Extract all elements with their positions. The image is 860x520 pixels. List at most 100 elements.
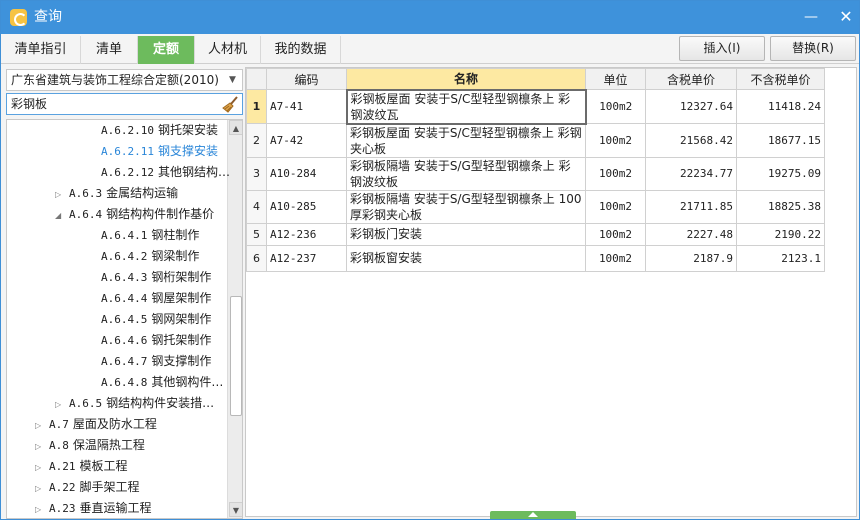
chevron-down-icon[interactable]: ▼	[229, 74, 239, 86]
expand-arrow-icon[interactable]: ◢	[55, 205, 69, 226]
cell-name[interactable]: 彩钢板窗安装	[346, 244, 586, 272]
cell-price-notax[interactable]: 2190.22	[736, 222, 825, 246]
replace-button[interactable]: 替换(R)	[770, 36, 856, 61]
tree-item[interactable]: A.6.2.12 其他钢结构…	[87, 162, 230, 183]
tree-item-code: A.6.2.10	[101, 124, 154, 137]
col-header-unit[interactable]: 单位	[585, 68, 646, 90]
tree-item[interactable]: A.6.4.3 钢桁架制作	[87, 267, 211, 288]
cell-unit[interactable]: 100m2	[585, 222, 646, 246]
expand-arrow-icon[interactable]: ▷	[35, 415, 49, 436]
scroll-up-icon[interactable]: ▲	[229, 120, 242, 135]
cell-price-notax[interactable]: 18825.38	[736, 189, 825, 224]
insert-button[interactable]: 插入(I)	[679, 36, 765, 61]
tree-item[interactable]: A.6.4.5 钢网架制作	[87, 309, 211, 330]
cell-code[interactable]: A7-41	[266, 89, 347, 124]
row-number[interactable]: 5	[246, 222, 267, 246]
search-input[interactable]: 彩钢板	[6, 93, 243, 115]
tree-item[interactable]: ▷ A.6.5 钢结构构件安装措…	[55, 393, 214, 414]
table-row[interactable]: 3 A10-284 彩钢板隔墙 安装于S/G型轻型钢檩条上 彩钢波纹板 100m2 22…	[246, 156, 825, 191]
tree-item[interactable]: A.6.4.6 钢托架制作	[87, 330, 211, 351]
row-number[interactable]: 1	[246, 89, 267, 124]
row-number[interactable]: 2	[246, 123, 267, 158]
tree-item[interactable]: ▷ A.21 模板工程	[35, 456, 128, 477]
cell-price-notax[interactable]: 2123.1	[736, 244, 825, 272]
table-row[interactable]: 6 A12-237 彩钢板窗安装 100m2 2187.9 2123.1	[246, 244, 825, 272]
tree-item[interactable]: A.6.4.4 钢屋架制作	[87, 288, 211, 309]
tree-item[interactable]: ▷ A.23 垂直运输工程	[35, 498, 152, 518]
tree-item[interactable]: A.6.2.11 钢支撑安装	[87, 141, 218, 162]
col-header-price-tax[interactable]: 含税单价	[645, 68, 737, 90]
cell-unit[interactable]: 100m2	[585, 189, 646, 224]
col-header-price-notax[interactable]: 不含税单价	[736, 68, 825, 90]
table-row[interactable]: 1 A7-41 彩钢板屋面 安装于S/C型轻型钢檩条上 彩钢波纹瓦 100m2 1232…	[246, 88, 825, 125]
tab-my-data[interactable]: 我的数据	[261, 36, 341, 64]
cell-code[interactable]: A12-237	[266, 244, 347, 272]
result-table: 编码 名称 单位 含税单价 不含税单价 1 A7-41 彩钢板屋面 安装于S/C型轻…	[246, 68, 825, 272]
cell-price-notax[interactable]: 18677.15	[736, 123, 825, 158]
row-number[interactable]: 6	[246, 244, 267, 272]
library-select[interactable]: 广东省建筑与装饰工程综合定额(2010) ▼	[6, 69, 243, 91]
broom-clear-icon[interactable]	[222, 96, 239, 113]
panel-splitter-handle[interactable]	[490, 511, 576, 519]
minimize-button[interactable]: —	[801, 8, 821, 26]
cell-price-tax[interactable]: 12327.64	[645, 89, 737, 124]
cell-unit[interactable]: 100m2	[585, 244, 646, 272]
cell-code[interactable]: A10-284	[266, 156, 347, 191]
cell-unit[interactable]: 100m2	[585, 123, 646, 158]
scroll-down-icon[interactable]: ▼	[229, 502, 242, 517]
tree-item-label: 钢梁制作	[151, 249, 200, 263]
cell-price-tax[interactable]: 21568.42	[645, 123, 737, 158]
cell-price-tax[interactable]: 22234.77	[645, 156, 737, 191]
expand-arrow-icon[interactable]: ▷	[55, 184, 69, 205]
cell-price-tax[interactable]: 21711.85	[645, 189, 737, 224]
cell-name[interactable]: 彩钢板隔墙 安装于S/G型轻型钢檩条上 100厚彩钢夹心板	[346, 189, 586, 224]
tree-item-label: 其他钢结构…	[157, 165, 230, 179]
tree-item[interactable]: ▷ A.22 脚手架工程	[35, 477, 140, 498]
tree-item[interactable]: A.6.4.1 钢柱制作	[87, 225, 199, 246]
tab-bill-guide[interactable]: 清单指引	[1, 36, 81, 64]
row-number[interactable]: 3	[246, 156, 267, 191]
tree-item[interactable]: ▷ A.7 屋面及防水工程	[35, 414, 157, 435]
tree-item[interactable]: A.6.2.10 钢托架安装	[87, 120, 218, 141]
cell-code[interactable]: A7-42	[266, 123, 347, 158]
tab-bill[interactable]: 清单	[81, 36, 138, 64]
table-row[interactable]: 2 A7-42 彩钢板屋面 安装于S/C型轻型钢檩条上 彩钢夹心板 100m2 2156…	[246, 123, 825, 158]
table-header: 编码 名称 单位 含税单价 不含税单价	[246, 68, 825, 90]
tree-item[interactable]: ▷ A.6.3 金属结构运输	[55, 183, 178, 204]
cell-name[interactable]: 彩钢板屋面 安装于S/C型轻型钢檩条上 彩钢夹心板	[346, 123, 586, 158]
tree-item-label: 钢屋架制作	[151, 291, 212, 305]
expand-arrow-icon[interactable]: ▷	[35, 499, 49, 518]
expand-arrow-icon[interactable]: ▷	[35, 457, 49, 478]
cell-code[interactable]: A12-236	[266, 222, 347, 246]
table-row[interactable]: 5 A12-236 彩钢板门安装 100m2 2227.48 2190.22	[246, 222, 825, 246]
tree-item[interactable]: ◢ A.6.4 钢结构构件制作基价	[55, 204, 214, 225]
cell-code[interactable]: A10-285	[266, 189, 347, 224]
scroll-thumb[interactable]	[230, 296, 242, 416]
tree-item-code: A.21	[49, 460, 76, 473]
tree-item[interactable]: A.6.4.2 钢梁制作	[87, 246, 199, 267]
cell-unit[interactable]: 100m2	[585, 156, 646, 191]
table-row[interactable]: 4 A10-285 彩钢板隔墙 安装于S/G型轻型钢檩条上 100厚彩钢夹心板 100…	[246, 189, 825, 224]
tree-item[interactable]: A.6.4.8 其他钢构件…	[87, 372, 223, 393]
col-header-name[interactable]: 名称	[346, 68, 586, 90]
cell-name[interactable]: 彩钢板隔墙 安装于S/G型轻型钢檩条上 彩钢波纹板	[346, 156, 586, 191]
tab-quota[interactable]: 定额	[138, 36, 195, 64]
cell-unit[interactable]: 100m2	[585, 89, 646, 124]
tree-item-code: A.6.4.6	[101, 334, 148, 347]
expand-arrow-icon[interactable]: ▷	[55, 394, 69, 415]
close-button[interactable]: ✕	[836, 8, 856, 26]
col-header-code[interactable]: 编码	[266, 68, 347, 90]
tree-item-label: 钢网架制作	[151, 312, 212, 326]
cell-price-notax[interactable]: 19275.09	[736, 156, 825, 191]
row-number[interactable]: 4	[246, 189, 267, 224]
cell-name[interactable]: 彩钢板门安装	[346, 222, 586, 246]
cell-price-tax[interactable]: 2227.48	[645, 222, 737, 246]
tree-item[interactable]: ▷ A.8 保温隔热工程	[35, 435, 145, 456]
cell-name[interactable]: 彩钢板屋面 安装于S/C型轻型钢檩条上 彩钢波纹瓦	[345, 88, 587, 125]
cell-price-notax[interactable]: 11418.24	[736, 89, 825, 124]
cell-price-tax[interactable]: 2187.9	[645, 244, 737, 272]
expand-arrow-icon[interactable]: ▷	[35, 436, 49, 457]
tab-labor-material-machine[interactable]: 人材机	[195, 36, 261, 64]
expand-arrow-icon[interactable]: ▷	[35, 478, 49, 499]
tree-item[interactable]: A.6.4.7 钢支撑制作	[87, 351, 211, 372]
